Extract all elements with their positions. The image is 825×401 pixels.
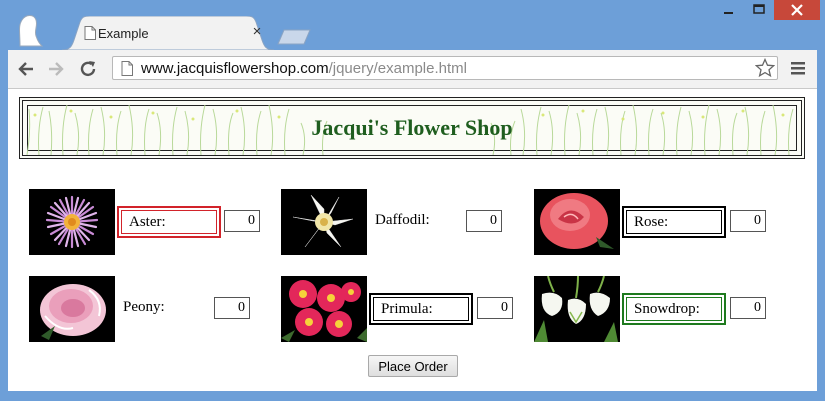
place-order-button[interactable]: Place Order xyxy=(368,355,458,377)
url-text: www.jacquisflowershop.com/jquery/example… xyxy=(141,60,467,77)
new-tab-icon[interactable] xyxy=(276,29,312,45)
primula-label: Primula: xyxy=(369,293,473,325)
aster-label-text: Aster: xyxy=(129,214,166,230)
reload-icon[interactable] xyxy=(78,59,98,79)
browser-window: Example × www.jacquisflowershop.com/jque… xyxy=(0,0,825,401)
tab-example[interactable]: Example × xyxy=(62,16,274,50)
maximize-icon[interactable] xyxy=(744,0,774,20)
snowdrop-image xyxy=(534,276,620,342)
aster-quantity-input[interactable]: 0 xyxy=(224,210,260,232)
peony-label: Peony: xyxy=(123,299,165,315)
daffodil-label: Daffodil: xyxy=(375,212,430,228)
back-icon[interactable] xyxy=(16,59,36,79)
profile-icon[interactable] xyxy=(14,12,44,48)
primula-label-text: Primula: xyxy=(381,301,433,317)
minimize-icon[interactable] xyxy=(714,0,744,20)
primula-quantity-input[interactable]: 0 xyxy=(477,297,513,319)
header-banner: Jacqui's Flower Shop xyxy=(19,97,805,159)
page-title: Jacqui's Flower Shop xyxy=(311,115,513,140)
flower-item-peony: Peony: 0 xyxy=(29,276,269,342)
snowdrop-label-text: Snowdrop: xyxy=(634,301,700,317)
address-bar[interactable]: www.jacquisflowershop.com/jquery/example… xyxy=(112,56,778,80)
rose-image xyxy=(534,189,620,255)
rose-label: Rose: xyxy=(622,206,726,238)
aster-label: Aster: xyxy=(117,206,221,238)
peony-quantity-input[interactable]: 0 xyxy=(214,297,250,319)
tab-strip: Example × xyxy=(0,0,825,50)
tab-title: Example xyxy=(98,26,149,41)
flower-item-aster: Aster: 0 xyxy=(29,189,264,255)
browser-toolbar: www.jacquisflowershop.com/jquery/example… xyxy=(8,50,817,89)
page-icon xyxy=(84,26,96,40)
flower-item-snowdrop: Snowdrop: 0 xyxy=(534,276,774,342)
flower-item-daffodil: Daffodil: 0 xyxy=(281,189,521,255)
snowdrop-quantity-input[interactable]: 0 xyxy=(730,297,766,319)
bookmark-star-icon[interactable] xyxy=(755,58,775,78)
menu-icon[interactable] xyxy=(790,60,806,76)
page-content: Jacqui's Flower Shop Aster: 0 Daffodil: … xyxy=(8,89,817,391)
peony-image xyxy=(29,276,115,342)
forward-icon[interactable] xyxy=(46,59,66,79)
snowdrop-label: Snowdrop: xyxy=(622,293,726,325)
flower-item-rose: Rose: 0 xyxy=(534,189,774,255)
primula-image xyxy=(281,276,367,342)
flower-item-primula: Primula: 0 xyxy=(281,276,521,342)
page-icon xyxy=(121,61,133,76)
url-path: /jquery/example.html xyxy=(328,60,467,77)
daffodil-quantity-input[interactable]: 0 xyxy=(466,210,502,232)
window-close-icon[interactable] xyxy=(774,0,820,20)
rose-label-text: Rose: xyxy=(634,214,669,230)
close-icon[interactable]: × xyxy=(250,24,264,40)
rose-quantity-input[interactable]: 0 xyxy=(730,210,766,232)
aster-image xyxy=(29,189,115,255)
daffodil-image xyxy=(281,189,367,255)
url-host: www.jacquisflowershop.com xyxy=(141,60,329,77)
